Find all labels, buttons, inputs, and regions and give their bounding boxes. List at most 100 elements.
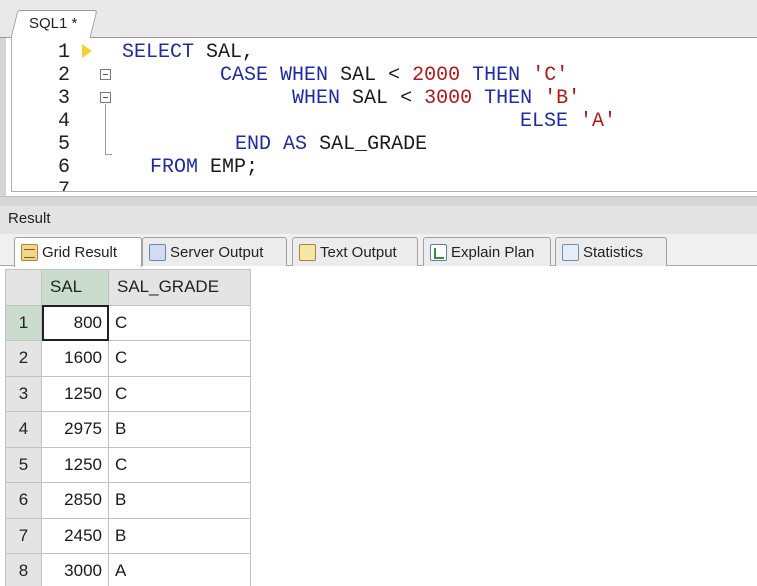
column-header-sal[interactable]: SAL [41, 269, 109, 306]
grid-header-row: SAL SAL_GRADE [5, 269, 251, 306]
cell-sal-grade[interactable]: B [108, 517, 251, 554]
table-row: 4 2975 B [5, 411, 251, 448]
fold-toggle-icon[interactable] [100, 92, 111, 103]
sql-text: SAL_GRADE [319, 133, 428, 156]
sql-string: 'A' [580, 110, 617, 133]
sql-keyword: THEN [484, 87, 533, 110]
cell-sal-grade[interactable]: B [108, 411, 251, 448]
sql-text: EMP; [210, 156, 259, 179]
result-panel-header: Result [0, 206, 757, 234]
sql-text: < [388, 64, 401, 87]
row-number[interactable]: 2 [5, 340, 42, 377]
sql-keyword: WHEN [292, 87, 341, 110]
cell-sal[interactable]: 3000 [41, 553, 109, 586]
tab-explain-plan-label: Explain Plan [451, 243, 535, 261]
cell-sal-grade[interactable]: A [108, 553, 251, 586]
table-row: 3 1250 C [5, 375, 251, 412]
cell-sal-grade[interactable]: C [108, 304, 251, 341]
line-number: 5 [57, 133, 70, 156]
line-number: 7 [57, 179, 70, 191]
sql-text: < [400, 87, 413, 110]
sql-editor[interactable]: 1 2 3 4 5 6 7 SELECT SAL, CASE WHEN SAL … [0, 38, 757, 196]
line-number: 4 [57, 110, 70, 133]
row-number[interactable]: 7 [5, 517, 42, 554]
row-number[interactable]: 8 [5, 553, 42, 586]
cell-sal[interactable]: 2850 [41, 482, 109, 519]
cell-sal[interactable]: 1250 [41, 446, 109, 483]
result-panel-title: Result [8, 210, 51, 227]
fold-guide-end [105, 154, 112, 155]
tab-grid-result[interactable]: Grid Result [14, 237, 142, 267]
tab-explain-plan[interactable]: Explain Plan [423, 237, 551, 266]
tab-sql1[interactable]: SQL1 * [10, 10, 98, 38]
explain-plan-icon [430, 243, 447, 261]
fold-toggle-icon[interactable] [100, 69, 111, 80]
line-number: 1 [57, 41, 70, 64]
sql-number: 3000 [424, 87, 473, 110]
code-line-2: CASE WHEN SAL < 2000 THEN 'C' [220, 64, 568, 87]
column-header-sal-grade[interactable]: SAL_GRADE [108, 269, 251, 306]
sql-keyword: WHEN [280, 64, 329, 87]
tab-statistics[interactable]: Statistics [555, 237, 667, 266]
cell-sal[interactable]: 800 [41, 304, 109, 341]
sql-keyword: SELECT [122, 41, 195, 64]
cell-sal[interactable]: 1250 [41, 375, 109, 412]
code-line-3: WHEN SAL < 3000 THEN 'B' [292, 87, 580, 110]
result-tabs: Grid Result Server Output Text Output Ex… [0, 234, 757, 267]
code-line-1: SELECT SAL, [122, 41, 254, 64]
sql-string: 'C' [532, 64, 569, 87]
sql-keyword: THEN [472, 64, 521, 87]
table-row: 8 3000 A [5, 553, 251, 586]
tab-text-output-label: Text Output [320, 243, 397, 261]
tab-statistics-label: Statistics [583, 243, 644, 261]
result-grid-area: SAL SAL_GRADE 1 800 C 2 1600 C 3 1250 C … [0, 266, 757, 586]
cell-sal[interactable]: 1600 [41, 340, 109, 377]
sql-string: 'B' [544, 87, 581, 110]
code-line-5: END AS SAL_GRADE [235, 133, 427, 156]
sql-keyword: AS [283, 133, 308, 156]
sql-text: SAL [340, 64, 377, 87]
sql-keyword: END [235, 133, 272, 156]
result-grid: SAL SAL_GRADE 1 800 C 2 1600 C 3 1250 C … [5, 269, 251, 586]
row-number[interactable]: 3 [5, 375, 42, 412]
cell-sal-grade[interactable]: C [108, 340, 251, 377]
sql-text: SAL [352, 87, 389, 110]
editor-tabstrip: SQL1 * [0, 0, 757, 38]
line-number: 2 [57, 64, 70, 87]
tab-grid-result-label: Grid Result [42, 244, 118, 261]
cell-sal-grade[interactable]: C [108, 375, 251, 412]
text-output-icon [299, 243, 316, 261]
cell-sal-grade[interactable]: B [108, 482, 251, 519]
row-number[interactable]: 1 [5, 304, 42, 341]
grid-icon [21, 244, 38, 261]
line-number: 6 [57, 156, 70, 179]
tab-server-output[interactable]: Server Output [142, 237, 287, 266]
sql-keyword: FROM [150, 156, 199, 179]
code-line-4: ELSE 'A' [520, 110, 616, 133]
tab-server-output-label: Server Output [170, 243, 264, 261]
code-line-6: FROM EMP; [150, 156, 258, 179]
statistics-icon [562, 243, 579, 261]
cell-sal-grade[interactable]: C [108, 446, 251, 483]
sql-keyword: ELSE [520, 110, 569, 133]
tab-text-output[interactable]: Text Output [292, 237, 418, 266]
current-line-arrow-icon [82, 44, 92, 58]
fold-guide [105, 104, 106, 154]
server-output-icon [149, 243, 166, 261]
table-row: 5 1250 C [5, 446, 251, 483]
cell-sal[interactable]: 2450 [41, 517, 109, 554]
table-row: 6 2850 B [5, 482, 251, 519]
table-row: 7 2450 B [5, 517, 251, 554]
sql-number: 2000 [412, 64, 461, 87]
row-number[interactable]: 6 [5, 482, 42, 519]
sql-keyword: CASE [220, 64, 269, 87]
table-row: 2 1600 C [5, 340, 251, 377]
panel-splitter[interactable] [0, 196, 757, 206]
row-number[interactable]: 5 [5, 446, 42, 483]
grid-corner-cell[interactable] [5, 269, 42, 306]
table-row: 1 800 C [5, 304, 251, 341]
cell-sal[interactable]: 2975 [41, 411, 109, 448]
row-number[interactable]: 4 [5, 411, 42, 448]
line-number: 3 [57, 87, 70, 110]
tab-sql1-label: SQL1 * [29, 15, 78, 32]
